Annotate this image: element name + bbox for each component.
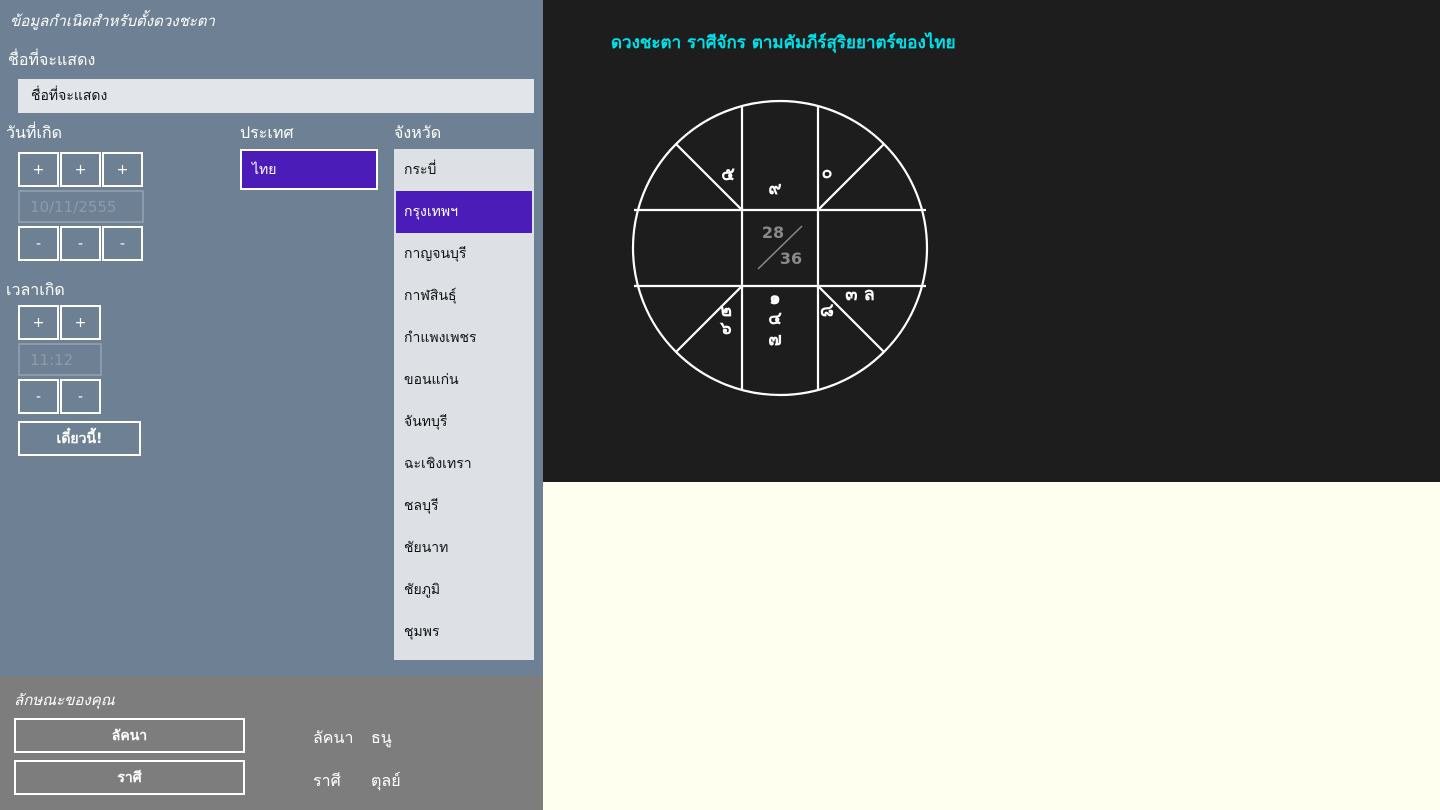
province-list[interactable]: กระบี่ กรุงเทพฯ กาญจนบุรี กาฬสินธุ์ กำแพ…	[394, 149, 534, 660]
cell-upper-right: ๐	[822, 162, 833, 183]
center-bottom-number: 36	[780, 249, 802, 268]
rasi-button[interactable]: ราศี	[14, 760, 245, 795]
hour-minus-button[interactable]: -	[18, 379, 59, 414]
rasi-label: ราศี	[313, 771, 341, 790]
province-item[interactable]: กาฬสินธุ์	[394, 275, 534, 317]
details-area	[543, 482, 1440, 810]
province-item[interactable]: ชุมพร	[394, 611, 534, 653]
country-item-thai[interactable]: ไทย	[240, 149, 378, 190]
province-item[interactable]: ชัยนาท	[394, 527, 534, 569]
month-minus-button[interactable]: -	[60, 226, 101, 261]
cell-bottom-right-top: ๓ ล	[845, 284, 875, 305]
province-label: จังหวัด	[394, 123, 442, 142]
year-plus-button[interactable]: +	[102, 152, 143, 187]
province-item[interactable]: ขอนแก่น	[394, 359, 534, 401]
birth-time-label: เวลาเกิด	[6, 280, 65, 299]
month-plus-button[interactable]: +	[60, 152, 101, 187]
country-label: ประเทศ	[240, 123, 294, 142]
lagna-button[interactable]: ลัคนา	[14, 718, 245, 753]
province-item-selected[interactable]: กรุงเทพฯ	[396, 191, 532, 233]
year-minus-button[interactable]: -	[102, 226, 143, 261]
cell-bottom-right-diag: ๘	[820, 300, 834, 321]
birth-date-label: วันที่เกิด	[6, 123, 63, 142]
lagna-label: ลัคนา	[313, 728, 354, 747]
zodiac-wheel: 28 36 ๕ ๙ ๐ ๒ ๖ ๑ ๔ ๗ ๓ ล ๘	[631, 99, 929, 397]
province-item[interactable]: จันทบุรี	[394, 401, 534, 443]
birth-info-header: ข้อมูลกำเนิดสำหรับตั้งดวงชะตา	[10, 12, 215, 30]
cell-upper-left: ๕	[721, 164, 735, 185]
hour-plus-button[interactable]: +	[18, 305, 59, 340]
birth-time-field[interactable]: 11:12	[18, 343, 102, 376]
cell-bottom-left-2: ๖	[719, 318, 731, 339]
cell-bottom-middle-3: ๗	[768, 329, 782, 350]
lagna-value: ธนู	[371, 728, 392, 747]
minute-minus-button[interactable]: -	[60, 379, 101, 414]
center-top-number: 28	[762, 223, 784, 242]
cell-bottom-middle-2: ๔	[768, 308, 782, 329]
birth-date-field[interactable]: 10/11/2555	[18, 190, 144, 223]
day-minus-button[interactable]: -	[18, 226, 59, 261]
minute-plus-button[interactable]: +	[60, 305, 101, 340]
province-item[interactable]: กระบี่	[394, 149, 534, 191]
province-item[interactable]: ชัยภูมิ	[394, 569, 534, 611]
cell-top-middle: ๙	[768, 178, 781, 199]
province-item[interactable]: ฉะเชิงเทรา	[394, 443, 534, 485]
name-label: ชื่อที่จะแสดง	[8, 50, 96, 69]
province-item[interactable]: กำแพงเพชร	[394, 317, 534, 359]
cell-bottom-middle-1: ๑	[769, 288, 780, 309]
province-item[interactable]: ชลบุรี	[394, 485, 534, 527]
now-button[interactable]: เดี๋ยวนี้!	[18, 421, 141, 456]
wheel-line	[675, 285, 743, 353]
rasi-value: ตุลย์	[371, 771, 401, 790]
name-input[interactable]: ชื่อที่จะแสดง	[18, 79, 534, 113]
province-item[interactable]: กาญจนบุรี	[394, 233, 534, 275]
day-plus-button[interactable]: +	[18, 152, 59, 187]
traits-header: ลักษณะของคุณ	[14, 691, 115, 709]
